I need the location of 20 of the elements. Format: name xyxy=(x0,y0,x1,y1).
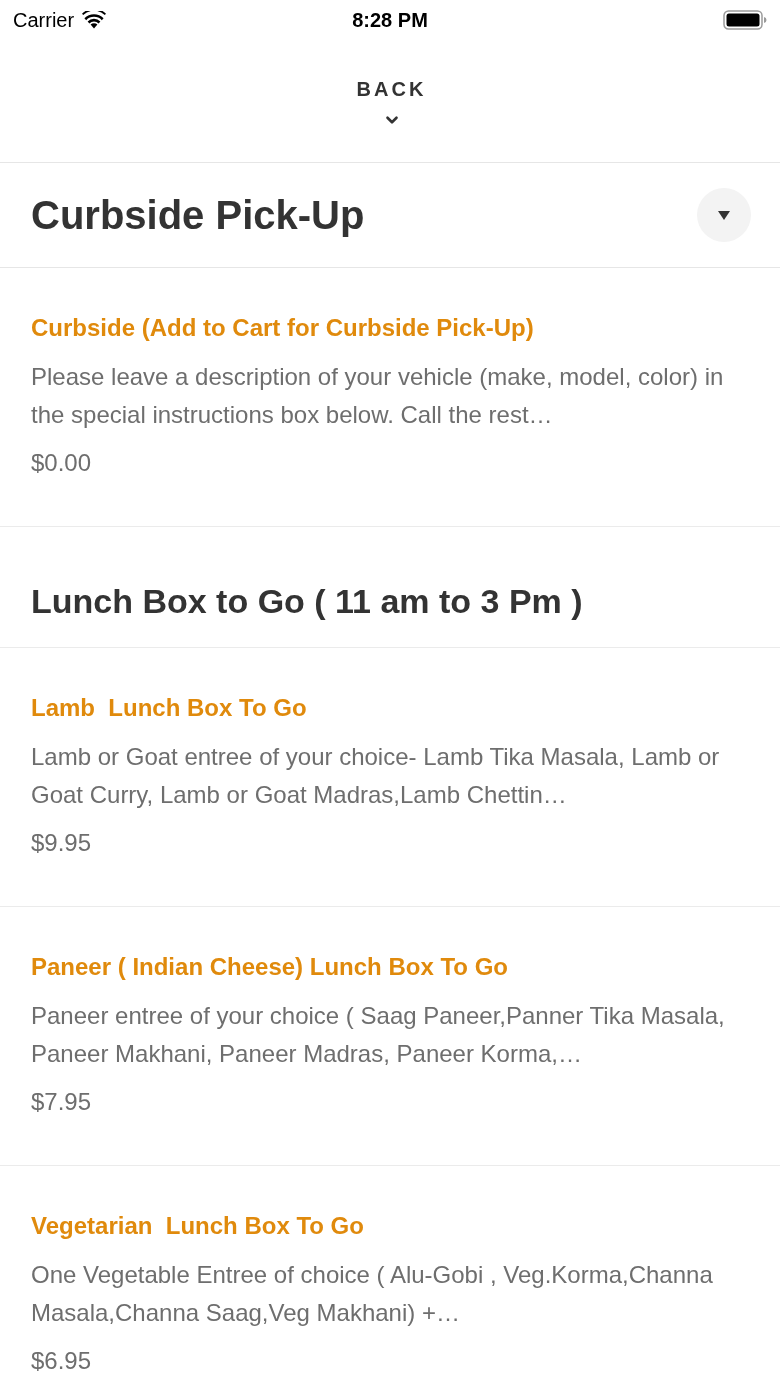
item-name[interactable]: Paneer ( Indian Cheese) Lunch Box To Go xyxy=(31,952,749,982)
battery-icon xyxy=(723,10,767,30)
item-description: Lamb or Goat entree of your choice- Lamb Tika Masala, Lamb or Goat Curry, Lamb or Goat Madras,Lamb Chettin… xyxy=(31,742,721,810)
back-button[interactable]: BACK xyxy=(353,77,427,129)
item-price: $9.95 xyxy=(31,828,93,858)
item-price: $0.00 xyxy=(31,448,93,478)
item-name[interactable]: Curbside (Add to Cart for Curbside Pick-Up) xyxy=(31,313,749,343)
wifi-icon xyxy=(82,11,107,29)
status-time: 8:28 PM xyxy=(352,8,428,33)
item-description: Paneer entree of your choice ( Saag Paneer,Panner Tika Masala, Paneer Makhani, Paneer Madras, Paneer Korma,… xyxy=(31,1001,726,1069)
caret-down-icon xyxy=(718,210,730,220)
section-heading: Lunch Box to Go ( 11 am to 3 Pm ) xyxy=(31,581,584,621)
item-description: Please leave a description of your vehicle (make, model, color) in the special instructions box below. Call the rest… xyxy=(31,362,725,430)
category-title: Curbside Pick-Up xyxy=(31,192,365,239)
item-price: $7.95 xyxy=(31,1087,93,1117)
item-price: $6.95 xyxy=(31,1346,93,1376)
carrier-label: Carrier xyxy=(13,8,75,33)
item-description: One Vegetable Entree of choice ( Alu-Gobi , Veg.Korma,Channa Masala,Channa Saag,Veg Makhani) +… xyxy=(31,1260,714,1328)
item-name[interactable]: Vegetarian Lunch Box To Go xyxy=(31,1211,749,1241)
item-name[interactable]: Lamb Lunch Box To Go xyxy=(31,693,749,723)
